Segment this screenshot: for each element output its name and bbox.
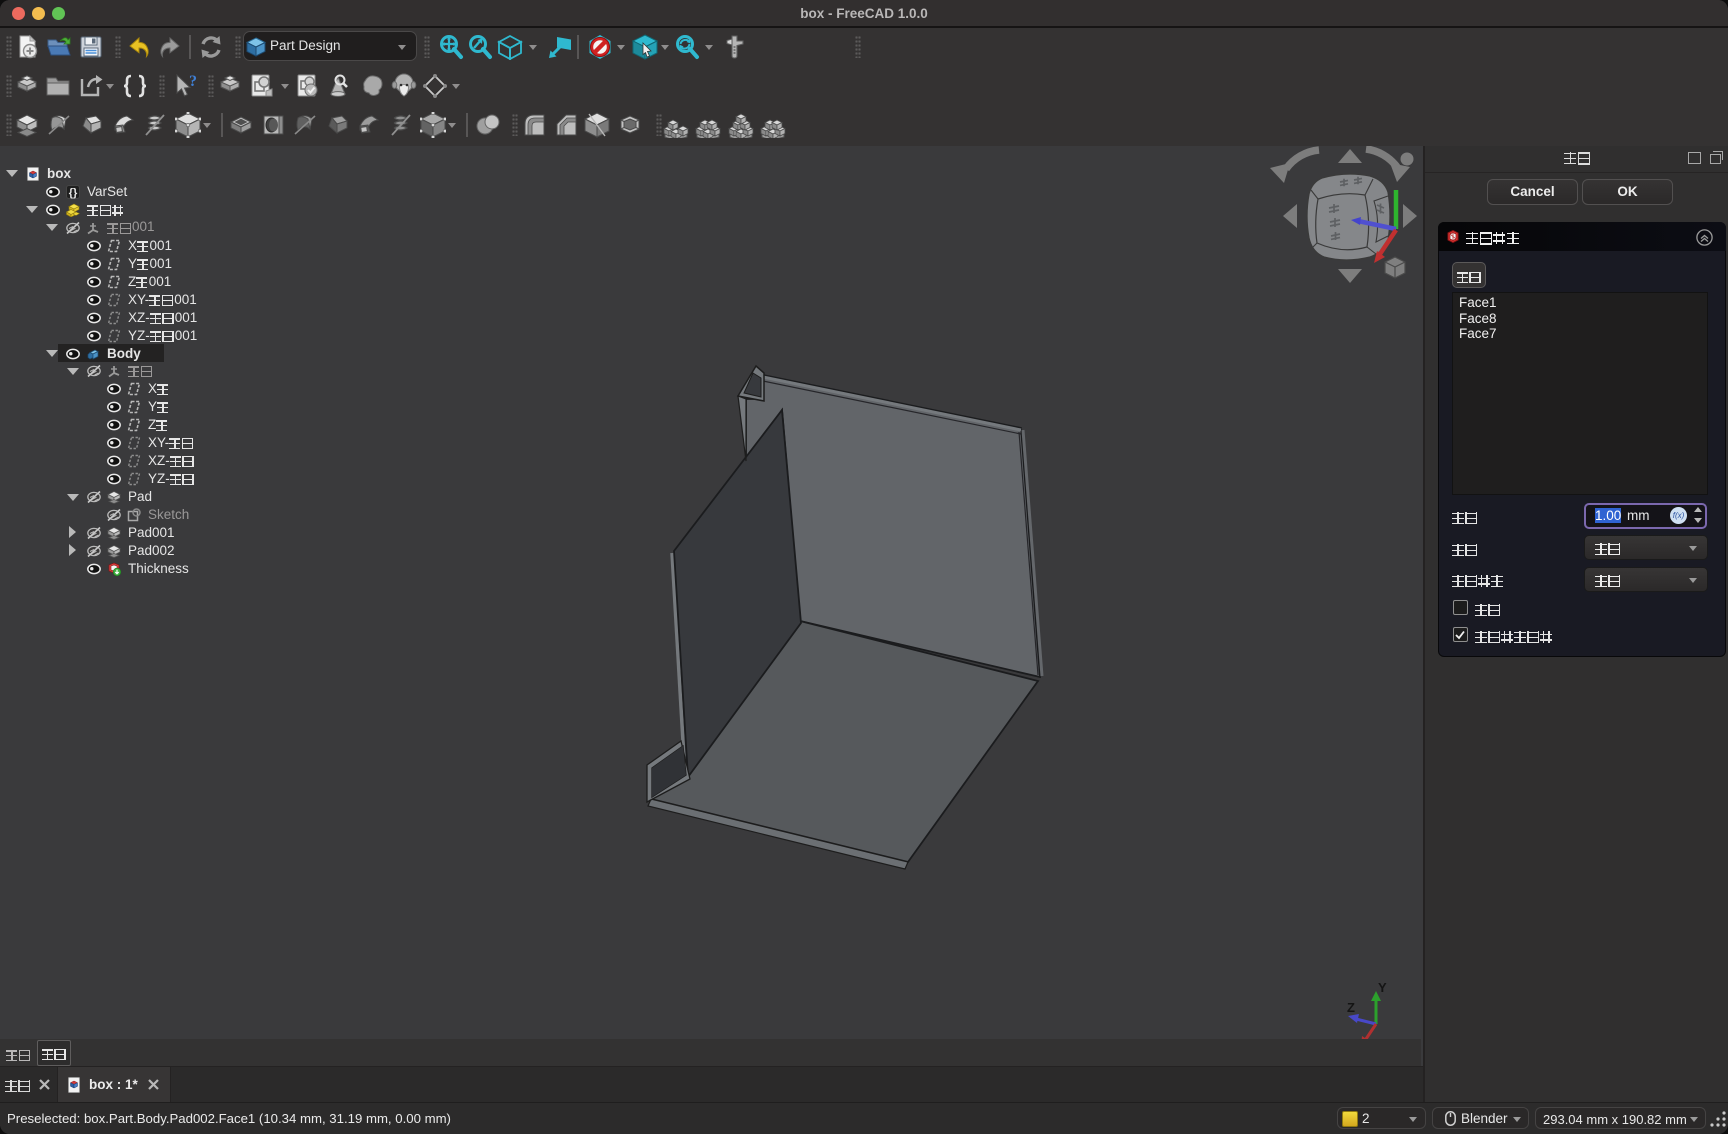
svg-text:{}: {}	[69, 187, 78, 199]
svg-text:?: ?	[189, 73, 197, 90]
svg-text:Y: Y	[1378, 980, 1387, 995]
svg-text:Z: Z	[1347, 1000, 1355, 1015]
